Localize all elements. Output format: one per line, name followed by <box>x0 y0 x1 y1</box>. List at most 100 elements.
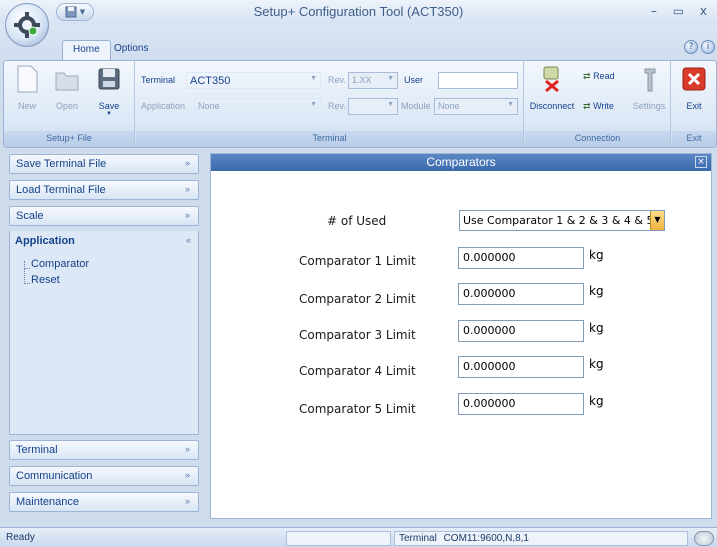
disconnect-button[interactable]: Disconnect <box>527 65 577 111</box>
window-controls[interactable]: – ▭ x <box>651 4 713 18</box>
module-label: Module <box>401 101 431 111</box>
chevron-down-icon: ▼ <box>507 101 514 108</box>
chevron-down-icon: » <box>184 158 190 168</box>
gear-icon <box>14 12 40 38</box>
app-menu-button[interactable] <box>5 3 49 47</box>
write-label: Write <box>593 101 614 111</box>
open-button[interactable]: Open <box>50 65 84 111</box>
nav-scale[interactable]: Scale » <box>9 206 199 226</box>
comparator-4-unit: kg <box>589 357 604 371</box>
title-bar: ▼ Setup+ Configuration Tool (ACT350) – ▭… <box>0 0 717 24</box>
info-icon[interactable]: i <box>701 40 715 54</box>
rev2-select[interactable]: ▼ <box>348 98 398 115</box>
settings-button[interactable]: Settings <box>629 65 669 111</box>
nav-label: Load Terminal File <box>16 184 106 196</box>
comparator-1-label: Comparator 1 Limit <box>299 254 416 268</box>
comparator-1-input[interactable]: 0.000000 <box>458 247 584 269</box>
open-label: Open <box>55 101 79 111</box>
status-port: COM11:9600,N,8,1 <box>443 533 529 544</box>
comparator-5-input[interactable]: 0.000000 <box>458 393 584 415</box>
comparator-3-label: Comparator 3 Limit <box>299 328 416 342</box>
comparator-4-input[interactable]: 0.000000 <box>458 356 584 378</box>
comparator-3-unit: kg <box>589 321 604 335</box>
chevron-down-icon: » <box>184 184 190 194</box>
status-panel-empty <box>286 531 391 546</box>
exit-label: Exit <box>686 101 702 111</box>
module-value: None <box>438 101 460 111</box>
terminal-value: ACT350 <box>190 75 231 87</box>
used-label: # of Used <box>327 214 387 228</box>
close-icon[interactable]: × <box>695 156 707 168</box>
new-button[interactable]: New <box>10 65 44 111</box>
chevron-down-icon: ▼ <box>387 101 394 108</box>
application-select[interactable]: None ▼ <box>194 98 321 115</box>
comparator-2-unit: kg <box>589 284 604 298</box>
navigation-panel: Save Terminal File» Load Terminal File» … <box>9 150 200 523</box>
status-bar: Ready Terminal COM11:9600,N,8,1 <box>0 527 717 547</box>
floppy-icon <box>98 68 120 90</box>
status-terminal-label: Terminal <box>399 533 437 544</box>
status-panel-terminal: Terminal COM11:9600,N,8,1 <box>394 531 688 546</box>
plug-icon: ⇄ <box>583 71 591 81</box>
save-button[interactable]: Save ▼ <box>92 65 126 117</box>
comparator-5-unit: kg <box>589 394 604 408</box>
window-title: Setup+ Configuration Tool (ACT350) <box>253 4 464 19</box>
chevron-down-icon: ▼ <box>650 211 664 230</box>
tab-options[interactable]: Options <box>104 40 158 60</box>
chevron-up-icon: « <box>185 235 191 245</box>
terminal-label: Terminal <box>141 75 176 85</box>
nav-label: Scale <box>16 210 44 222</box>
folder-icon <box>55 72 79 91</box>
nav-save-terminal-file[interactable]: Save Terminal File » <box>9 154 199 174</box>
comparator-2-input[interactable]: 0.000000 <box>458 283 584 305</box>
nav-communication[interactable]: Communication » <box>9 466 199 486</box>
comparators-panel: Comparators × # of Used Use Comparator 1… <box>210 153 712 519</box>
ribbon: New Open Save ▼ Setup+ File Terminal ACT… <box>3 60 717 148</box>
nav-label: Maintenance <box>16 496 79 508</box>
file-group: New Open Save ▼ Setup+ File <box>4 61 135 147</box>
disconnect-icon <box>543 66 559 93</box>
read-button[interactable]: ⇄ Read <box>583 71 615 82</box>
tree-item-reset[interactable]: Reset <box>31 274 60 286</box>
file-group-label: Setup+ File <box>4 131 134 147</box>
exit-button[interactable]: Exit <box>677 65 711 111</box>
nav-load-terminal-file[interactable]: Load Terminal File » <box>9 180 199 200</box>
chevron-down-icon: ▼ <box>310 75 317 82</box>
chevron-down-icon: » <box>184 496 190 506</box>
read-label: Read <box>593 71 615 81</box>
tree-item-comparator[interactable]: Comparator <box>31 258 89 270</box>
rev-value: 1.XX <box>352 75 372 85</box>
status-text: Ready <box>6 532 35 543</box>
terminal-group: Terminal ACT350 ▼ Rev. 1.XX ▼ User Applica… <box>136 61 524 147</box>
tree-connector <box>24 269 30 284</box>
terminal-select[interactable]: ACT350 ▼ <box>186 72 321 89</box>
application-label: Application <box>141 101 186 111</box>
settings-label: Settings <box>632 101 666 111</box>
used-select[interactable]: Use Comparator 1 & 2 & 3 & 4 & 5 ▼ <box>459 210 665 231</box>
save-label: Save <box>98 101 120 111</box>
terminal-group-label: Terminal <box>136 131 523 147</box>
chevron-down-icon: ▼ <box>310 101 317 108</box>
nav-application[interactable]: Application « <box>9 231 199 251</box>
ribbon-tab-row: Home Options ? i <box>0 24 717 60</box>
comparator-1-unit: kg <box>589 248 604 262</box>
comparator-3-input[interactable]: 0.000000 <box>458 320 584 342</box>
rev-label: Rev. <box>328 75 346 85</box>
module-select[interactable]: None ▼ <box>434 98 518 115</box>
application-value: None <box>198 101 220 111</box>
comparator-2-label: Comparator 2 Limit <box>299 292 416 306</box>
new-label: New <box>17 101 36 111</box>
plug-icon: ⇄ <box>583 101 591 111</box>
write-button[interactable]: ⇄ Write <box>583 101 614 112</box>
connection-group-label: Connection <box>525 131 670 147</box>
rev2-label: Rev. <box>328 101 346 111</box>
comparator-5-label: Comparator 5 Limit <box>299 402 416 416</box>
nav-label: Terminal <box>16 444 58 456</box>
nav-terminal[interactable]: Terminal » <box>9 440 199 460</box>
user-label: User <box>404 75 424 85</box>
rev-select[interactable]: 1.XX ▼ <box>348 72 398 89</box>
user-field[interactable] <box>438 72 518 89</box>
help-icon[interactable]: ? <box>684 40 698 54</box>
nav-maintenance[interactable]: Maintenance » <box>9 492 199 512</box>
exit-group-label: Exit <box>672 131 716 147</box>
